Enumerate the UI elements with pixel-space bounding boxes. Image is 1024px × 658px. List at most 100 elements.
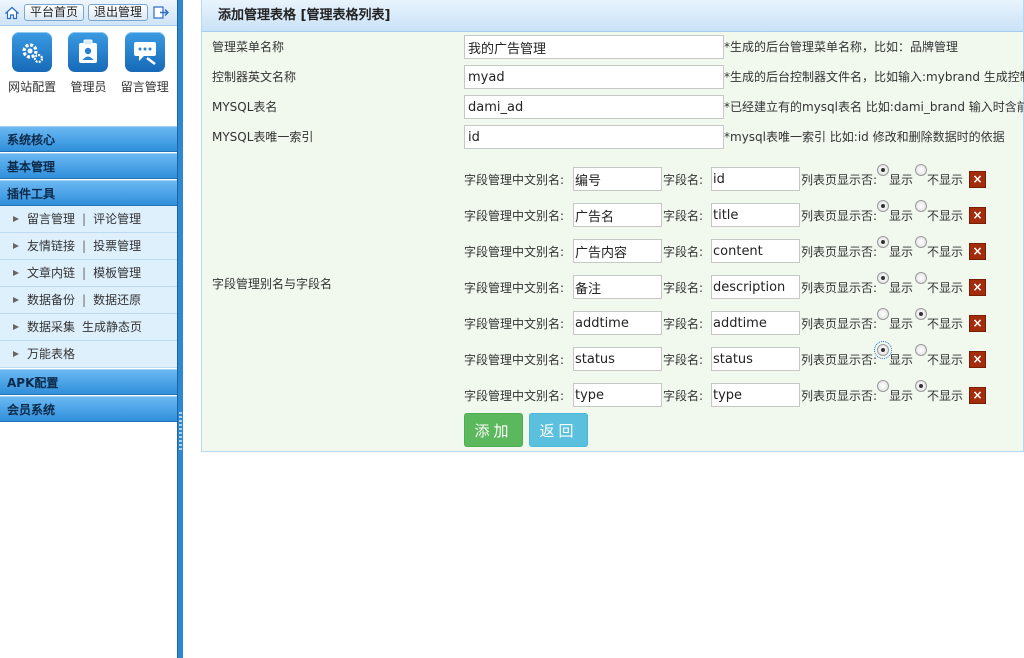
hide-radio[interactable] bbox=[915, 272, 927, 284]
quick-site-config[interactable]: 网站配置 bbox=[4, 32, 60, 108]
menu-name-input[interactable] bbox=[464, 35, 724, 59]
quick-label: 留言管理 bbox=[120, 80, 169, 94]
menu-link[interactable]: 模板管理 bbox=[93, 260, 141, 287]
arrow-right-icon bbox=[12, 323, 21, 331]
sidebar-splitter[interactable] bbox=[177, 0, 183, 658]
form-row-unique-index: MYSQL表唯一索引 *mysql表唯一索引 比如:id 修改和删除数据时的依据 bbox=[202, 122, 1024, 152]
quick-messages[interactable]: 留言管理 bbox=[117, 32, 173, 108]
back-button[interactable]: 返回 bbox=[529, 413, 588, 447]
table-name-input[interactable] bbox=[464, 95, 724, 119]
row-label: 控制器英文名称 bbox=[212, 70, 297, 84]
menu-link[interactable]: 万能表格 bbox=[27, 341, 75, 368]
field-name-input[interactable] bbox=[711, 203, 800, 227]
show-radio[interactable] bbox=[877, 380, 889, 392]
show-option-label: 显示 bbox=[889, 281, 914, 295]
menu-link[interactable]: 友情链接 bbox=[27, 233, 75, 260]
quick-label: 管理员 bbox=[70, 80, 107, 94]
menu-link[interactable]: 评论管理 bbox=[93, 206, 141, 233]
field-alias-label: 字段管理中文别名: bbox=[464, 353, 565, 367]
platform-home-button[interactable]: 平台首页 bbox=[24, 4, 85, 21]
row-label: MYSQL表唯一索引 bbox=[212, 130, 314, 144]
message-icon bbox=[124, 32, 165, 72]
hide-radio[interactable] bbox=[915, 344, 927, 356]
menu-link[interactable]: 生成静态页 bbox=[82, 314, 142, 341]
menu-system-core[interactable]: 系统核心 bbox=[0, 126, 177, 152]
menu-link[interactable]: 数据还原 bbox=[93, 287, 141, 314]
menu-link[interactable]: 数据采集 bbox=[27, 314, 75, 341]
list-item: 万能表格 bbox=[0, 341, 177, 368]
field-alias-label: 字段管理中文别名: bbox=[464, 173, 565, 187]
field-alias-input[interactable] bbox=[573, 383, 662, 407]
field-name-label: 字段名: bbox=[663, 209, 704, 223]
form-row-controller: 控制器英文名称 *生成的后台控制器文件名，比如输入:mybrand 生成控制器 bbox=[202, 62, 1024, 92]
show-radio[interactable] bbox=[877, 164, 889, 176]
show-in-list-label: 列表页显示否: bbox=[801, 317, 878, 331]
delete-field-button[interactable]: × bbox=[969, 243, 986, 260]
unique-index-input[interactable] bbox=[464, 125, 724, 149]
delete-field-button[interactable]: × bbox=[969, 279, 986, 296]
show-radio[interactable] bbox=[877, 272, 889, 284]
hide-option-label: 不显示 bbox=[927, 245, 964, 259]
arrow-right-icon bbox=[12, 296, 21, 304]
field-name-label: 字段名: bbox=[663, 245, 704, 259]
show-radio[interactable] bbox=[877, 200, 889, 212]
delete-field-button[interactable]: × bbox=[969, 387, 986, 404]
field-name-label: 字段名: bbox=[663, 389, 704, 403]
field-alias-input[interactable] bbox=[573, 239, 662, 263]
list-item: 数据备份 | 数据还原 bbox=[0, 287, 177, 314]
row-label: 管理菜单名称 bbox=[212, 40, 285, 54]
quick-access: 网站配置 管理员 留言管理 bbox=[0, 26, 177, 108]
add-button[interactable]: 添加 bbox=[464, 413, 523, 447]
hide-radio[interactable] bbox=[915, 308, 927, 320]
menu-apk-config[interactable]: APK配置 bbox=[0, 369, 177, 395]
field-alias-input[interactable] bbox=[573, 203, 662, 227]
hide-option-label: 不显示 bbox=[927, 281, 964, 295]
field-name-input[interactable] bbox=[711, 275, 800, 299]
field-alias-input[interactable] bbox=[573, 275, 662, 299]
splitter-grip[interactable] bbox=[179, 412, 182, 452]
menu-plugin-tools[interactable]: 插件工具 bbox=[0, 180, 177, 206]
show-in-list-label: 列表页显示否: bbox=[801, 245, 878, 259]
list-item: 数据采集 生成静态页 bbox=[0, 314, 177, 341]
field-name-input[interactable] bbox=[711, 347, 800, 371]
field-row: 字段管理中文别名: 字段名: 列表页显示否: 显示不显示 × bbox=[464, 341, 1024, 373]
logout-button[interactable]: 退出管理 bbox=[88, 4, 149, 21]
field-name-label: 字段名: bbox=[663, 173, 704, 187]
menu-member-system[interactable]: 会员系统 bbox=[0, 396, 177, 422]
row-hint: *已经建立有的mysql表名 比如:dami_brand 输入时含前缀 bbox=[724, 100, 1024, 114]
field-name-input[interactable] bbox=[711, 311, 800, 335]
field-alias-label: 字段管理中文别名: bbox=[464, 209, 565, 223]
menu-link[interactable]: 文章内链 bbox=[27, 260, 75, 287]
menu-basic-manage[interactable]: 基本管理 bbox=[0, 153, 177, 179]
delete-field-button[interactable]: × bbox=[969, 351, 986, 368]
field-name-input[interactable] bbox=[711, 167, 800, 191]
show-radio[interactable] bbox=[877, 308, 889, 320]
hide-radio[interactable] bbox=[915, 380, 927, 392]
hide-option-label: 不显示 bbox=[927, 209, 964, 223]
hide-radio[interactable] bbox=[915, 236, 927, 248]
delete-field-button[interactable]: × bbox=[969, 171, 986, 188]
menu-link[interactable]: 投票管理 bbox=[93, 233, 141, 260]
hide-radio[interactable] bbox=[915, 200, 927, 212]
hide-radio[interactable] bbox=[915, 164, 927, 176]
field-alias-input[interactable] bbox=[573, 167, 662, 191]
delete-field-button[interactable]: × bbox=[969, 207, 986, 224]
field-name-input[interactable] bbox=[711, 383, 800, 407]
quick-admin[interactable]: 管理员 bbox=[60, 32, 116, 108]
field-name-input[interactable] bbox=[711, 239, 800, 263]
field-alias-input[interactable] bbox=[573, 311, 662, 335]
home-icon[interactable] bbox=[4, 5, 20, 21]
menu-link[interactable]: 留言管理 bbox=[27, 206, 75, 233]
field-alias-input[interactable] bbox=[573, 347, 662, 371]
delete-field-button[interactable]: × bbox=[969, 315, 986, 332]
row-hint: *mysql表唯一索引 比如:id 修改和删除数据时的依据 bbox=[724, 130, 1005, 144]
show-radio[interactable] bbox=[874, 341, 892, 359]
exit-icon[interactable] bbox=[152, 5, 170, 21]
hide-option-label: 不显示 bbox=[927, 173, 964, 187]
fields-section-label: 字段管理别名与字段名 bbox=[212, 277, 333, 291]
controller-name-input[interactable] bbox=[464, 65, 724, 89]
show-radio[interactable] bbox=[877, 236, 889, 248]
arrow-right-icon bbox=[12, 215, 21, 223]
menu-link[interactable]: 数据备份 bbox=[27, 287, 75, 314]
field-row: 字段管理中文别名: 字段名: 列表页显示否: 显示不显示 × bbox=[464, 200, 1024, 229]
